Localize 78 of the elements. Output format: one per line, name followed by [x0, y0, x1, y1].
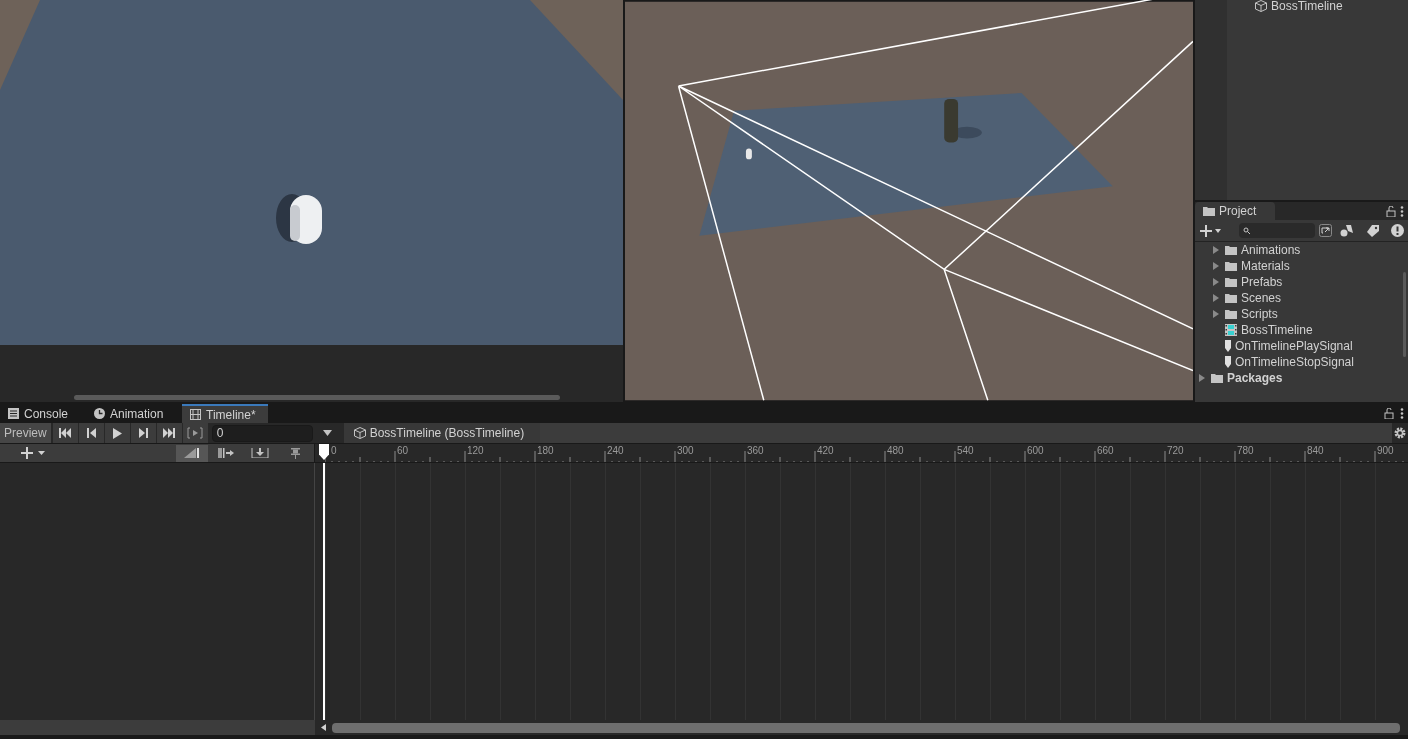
project-item[interactable]: Prefabs [1241, 273, 1283, 291]
scrollbar[interactable] [74, 395, 560, 400]
shapes-icon[interactable] [1340, 224, 1354, 237]
tick-label: 420 [817, 445, 834, 457]
tick-label: 60 [397, 445, 409, 457]
more-icon[interactable] [1400, 206, 1404, 217]
search-field[interactable] [1239, 223, 1315, 238]
tab-label: Animation [110, 405, 164, 423]
tab-label: Project [1219, 203, 1257, 220]
search-icon [1243, 227, 1250, 234]
skip-forward-icon[interactable] [156, 423, 182, 443]
project-item[interactable]: Scenes [1241, 289, 1282, 307]
folder-icon [1225, 245, 1237, 255]
film-icon [190, 409, 201, 420]
project-item[interactable]: Materials [1241, 257, 1290, 275]
film-icon [1225, 324, 1237, 336]
frame-field[interactable]: 0 [211, 424, 313, 442]
tick-label: 600 [1027, 445, 1044, 457]
folder-icon [1225, 293, 1237, 303]
tick-label: 840 [1307, 445, 1324, 457]
cube-icon [1255, 0, 1267, 12]
project-item[interactable]: Scripts [1241, 305, 1278, 323]
tick-label: 660 [1097, 445, 1114, 457]
tick-label: 0 [331, 445, 337, 457]
step-back-icon[interactable] [78, 423, 104, 443]
list-icon [8, 408, 19, 419]
tick-label: 120 [467, 445, 484, 457]
snap-icon[interactable] [176, 444, 208, 462]
project-item[interactable]: BossTimeline [1241, 321, 1313, 339]
play-icon[interactable] [104, 423, 130, 443]
signal-icon [1225, 356, 1231, 368]
tag-icon[interactable] [1366, 224, 1379, 237]
tick-label: 180 [537, 445, 554, 457]
settings-icon[interactable] [1394, 427, 1406, 439]
lock-icon[interactable] [1384, 408, 1394, 419]
folder-icon [1225, 309, 1237, 319]
signal-icon [1225, 340, 1231, 352]
playhead[interactable] [319, 444, 329, 460]
expand-arrow-icon[interactable] [1199, 374, 1205, 382]
skip-back-icon[interactable] [52, 423, 78, 443]
cube-icon [353, 427, 366, 439]
window-tab[interactable]: Timeline* [182, 404, 268, 423]
folder-icon [1225, 261, 1237, 271]
scrollbar[interactable] [332, 722, 1400, 733]
project-item[interactable]: Packages [1227, 369, 1283, 387]
scrollbar[interactable] [1403, 272, 1406, 357]
tick-label: 780 [1237, 445, 1254, 457]
tab-label: Timeline* [206, 406, 256, 424]
tick-label: 720 [1167, 445, 1184, 457]
preview-button[interactable]: Preview [0, 423, 51, 443]
dropdown-icon[interactable] [322, 430, 332, 436]
tick-label: 540 [957, 445, 974, 457]
tick-label: 360 [747, 445, 764, 457]
tab-label: Console [24, 405, 69, 423]
tick-label: 240 [607, 445, 624, 457]
tick-label: 480 [887, 445, 904, 457]
project-item[interactable]: OnTimelinePlaySignal [1235, 337, 1353, 355]
clock-icon [94, 408, 105, 419]
warning-icon[interactable] [1391, 224, 1404, 237]
breadcrumb[interactable]: BossTimeline (BossTimeline) [343, 423, 541, 443]
add-icon[interactable] [20, 447, 46, 459]
folder-icon [1211, 373, 1223, 383]
folder-icon [1203, 206, 1215, 216]
breadcrumb-label: BossTimeline (BossTimeline) [369, 425, 525, 442]
tick-label: 900 [1377, 445, 1394, 457]
project-item[interactable]: OnTimelineStopSignal [1235, 353, 1354, 371]
play-range-icon[interactable] [182, 423, 208, 443]
scroll-left-icon[interactable] [321, 724, 326, 731]
add-icon[interactable] [1199, 224, 1221, 237]
tick-label: 300 [677, 445, 694, 457]
project-item[interactable]: Animations [1241, 242, 1301, 259]
step-forward-icon[interactable] [130, 423, 156, 443]
folder-icon [1225, 277, 1237, 287]
hierarchy-item[interactable]: BossTimeline [1271, 0, 1343, 12]
filter-icon[interactable] [1319, 224, 1332, 237]
panel-tab[interactable]: Project [1195, 202, 1275, 220]
lock-icon[interactable] [1386, 206, 1396, 217]
more-icon[interactable] [1400, 408, 1404, 419]
